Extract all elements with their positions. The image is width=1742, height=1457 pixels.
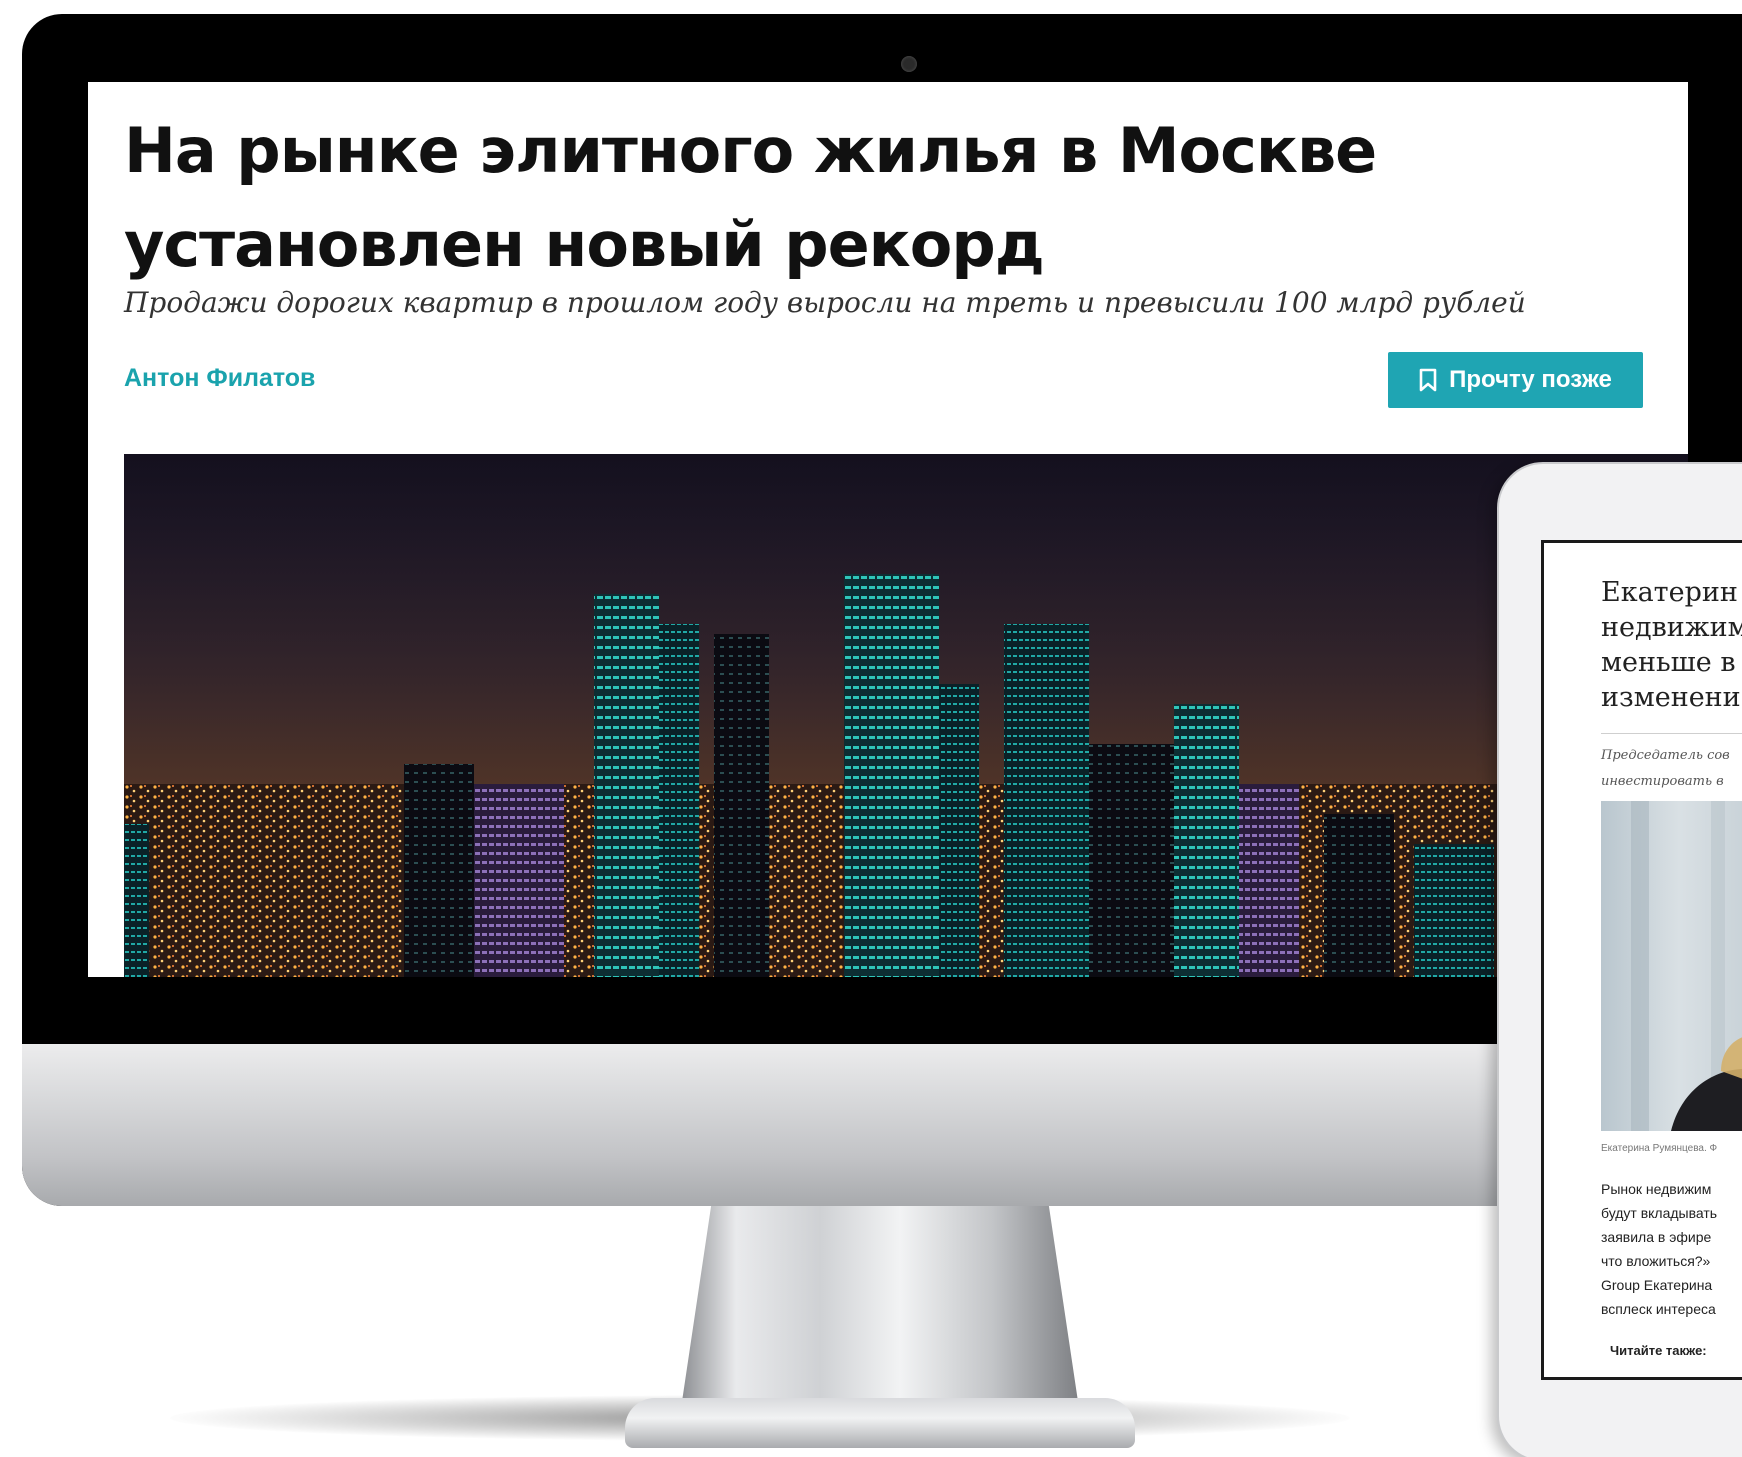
tablet-article-body: Рынок недвижим будут вкладывать заявила … xyxy=(1601,1181,1718,1317)
read-later-label: Прочту позже xyxy=(1449,366,1612,393)
article-title: На рынке элитного жилья в Москве установ… xyxy=(124,114,1377,281)
moscow-city-photo xyxy=(124,454,1688,977)
monitor-stand-base xyxy=(625,1398,1135,1448)
monitor-chin xyxy=(22,1044,1742,1206)
article-subtitle: Продажи дорогих квартир в прошлом году в… xyxy=(124,286,1526,319)
read-later-button[interactable]: Прочту позже xyxy=(1388,352,1643,408)
desktop-monitor: На рынке элитного жилья в Москве установ… xyxy=(22,14,1742,1206)
camera-icon xyxy=(901,56,917,72)
tablet-article-lead: Председатель сов инвестировать в xyxy=(1601,748,1730,789)
tablet-device: Екатерин недвижим меньше в изменени Пред… xyxy=(1497,462,1742,1457)
read-also-label[interactable]: Читайте также: xyxy=(1610,1343,1707,1358)
device-mockup-scene: На рынке элитного жилья в Москве установ… xyxy=(0,0,1742,1457)
tablet-divider xyxy=(1601,733,1742,734)
tablet-article-title: Екатерин недвижим меньше в изменени xyxy=(1601,577,1742,713)
monitor-stand-neck xyxy=(680,1200,1080,1415)
bookmark-icon xyxy=(1419,368,1437,392)
desktop-screen: На рынке элитного жилья в Москве установ… xyxy=(88,82,1688,977)
tablet-photo-caption: Екатерина Румянцева. Ф xyxy=(1601,1143,1718,1154)
author-link[interactable]: Антон Филатов xyxy=(124,364,315,393)
tablet-article-photo xyxy=(1601,801,1742,1131)
tablet-screen: Екатерин недвижим меньше в изменени Пред… xyxy=(1541,540,1742,1380)
